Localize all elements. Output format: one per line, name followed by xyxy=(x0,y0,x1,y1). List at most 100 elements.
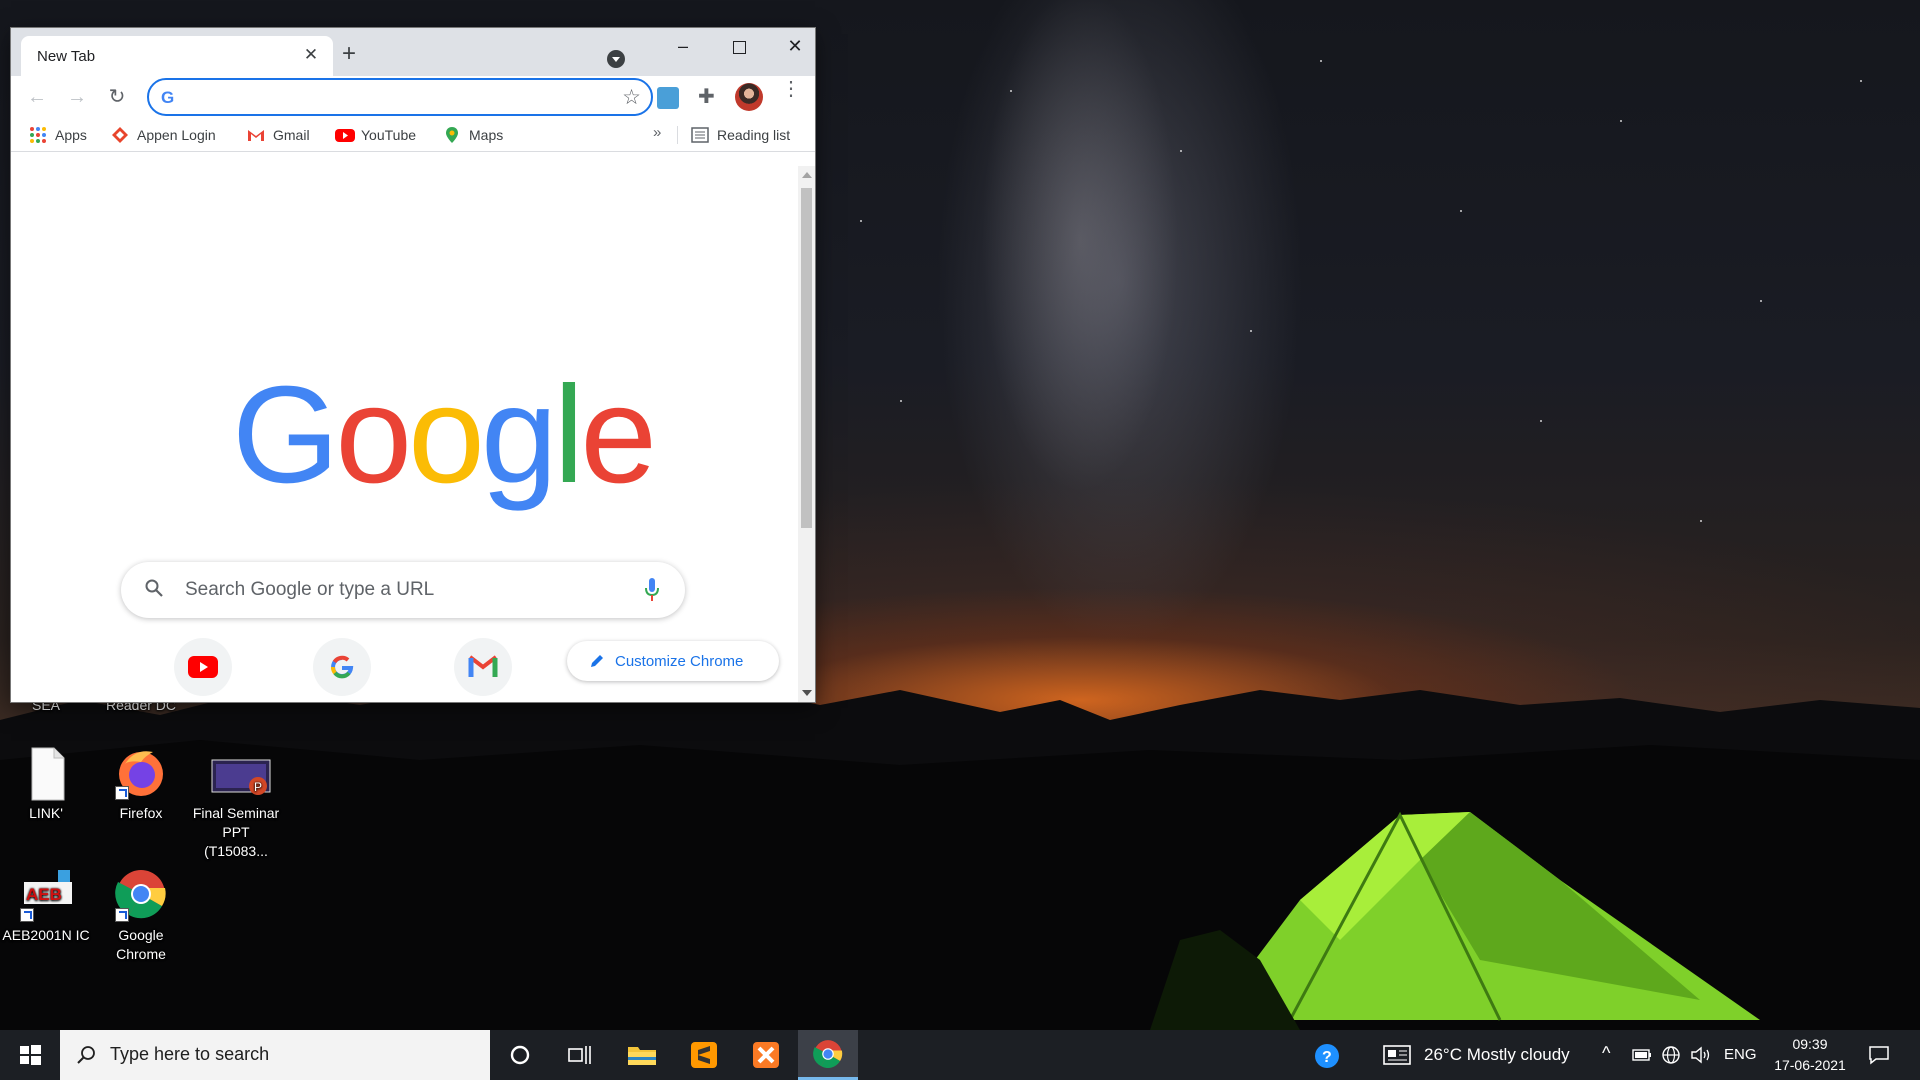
bookmark-appen-login[interactable]: Appen Login xyxy=(111,126,216,144)
news-weather-icon[interactable] xyxy=(1383,1045,1411,1065)
bookmark-youtube[interactable]: YouTube xyxy=(335,126,416,144)
google-g-icon: G xyxy=(161,88,175,107)
bookmark-star-icon[interactable]: ☆ xyxy=(622,85,641,110)
appen-logo-icon xyxy=(111,126,129,144)
reading-list-button[interactable]: Reading list xyxy=(691,126,790,144)
volume-icon[interactable] xyxy=(1690,1045,1712,1065)
scroll-down-icon[interactable] xyxy=(802,690,812,696)
desktop-icon-label: AEB2001N IC xyxy=(2,927,90,943)
chrome-icon xyxy=(115,868,167,922)
desktop-icon-firefox[interactable]: Firefox xyxy=(95,746,187,823)
taskbar-sublime-text[interactable] xyxy=(674,1030,734,1080)
new-tab-page: Google Customize Chrome xyxy=(11,166,798,702)
shortcut-arrow-icon xyxy=(115,786,129,800)
help-icon[interactable]: ? xyxy=(1313,1042,1341,1070)
extension-icon[interactable] xyxy=(657,87,679,109)
tab-new-tab[interactable]: New Tab ✕ xyxy=(21,36,333,76)
gmail-icon xyxy=(247,126,265,144)
star xyxy=(1540,420,1542,422)
taskbar-chrome[interactable] xyxy=(798,1030,858,1080)
taskbar-search-box[interactable]: Type here to search xyxy=(60,1030,490,1080)
search-input[interactable] xyxy=(185,576,605,604)
new-tab-button[interactable]: + xyxy=(335,40,363,68)
bookmark-maps[interactable]: Maps xyxy=(443,126,503,144)
desktop-icon-link-file[interactable]: LINK' xyxy=(0,746,92,823)
xampp-icon xyxy=(753,1042,779,1068)
task-view-button[interactable] xyxy=(550,1030,610,1080)
taskbar: Type here to search ? 26°C Mostly cloudy… xyxy=(0,1030,1920,1080)
apps-grid-icon xyxy=(29,126,47,144)
bookmarks-bar: Apps Appen Login Gmail YouTube Maps » Re… xyxy=(11,118,815,152)
star xyxy=(1180,150,1182,152)
reload-button[interactable]: ↻ xyxy=(103,83,131,111)
scroll-up-icon[interactable] xyxy=(802,172,812,178)
reading-list-icon xyxy=(691,126,709,144)
customize-chrome-button[interactable]: Customize Chrome xyxy=(567,641,779,681)
star xyxy=(1460,210,1462,212)
star xyxy=(900,400,902,402)
firefox-icon xyxy=(115,746,167,800)
google-g-icon xyxy=(331,655,354,679)
task-view-icon xyxy=(568,1046,591,1064)
taskbar-xampp[interactable] xyxy=(736,1030,796,1080)
cortana-button[interactable] xyxy=(490,1030,550,1080)
profile-avatar[interactable] xyxy=(735,83,763,111)
taskbar-file-explorer[interactable] xyxy=(612,1030,672,1080)
bookmarks-overflow-icon[interactable]: » xyxy=(653,124,661,141)
back-button[interactable]: ← xyxy=(23,83,51,111)
aeb-app-icon: AEB xyxy=(20,868,72,922)
bookmark-gmail[interactable]: Gmail xyxy=(247,126,310,144)
language-indicator[interactable]: ENG xyxy=(1724,1046,1757,1063)
shortcut-gmail[interactable] xyxy=(454,638,512,696)
star xyxy=(1620,120,1622,122)
address-bar[interactable]: G ☆ xyxy=(147,78,653,116)
google-logo-letter: o xyxy=(408,358,485,512)
folder-icon xyxy=(628,1047,656,1065)
sublime-text-icon xyxy=(691,1042,717,1068)
network-globe-icon[interactable] xyxy=(1661,1045,1681,1065)
desktop-icon-aeb2001n[interactable]: AEB AEB2001N IC xyxy=(0,868,92,945)
extensions-puzzle-icon[interactable]: ✚ xyxy=(698,84,715,109)
more-menu-icon[interactable]: ⋮ xyxy=(781,79,801,99)
svg-text:?: ? xyxy=(1322,1049,1332,1066)
show-hidden-icons-icon[interactable]: ^ xyxy=(1602,1043,1610,1064)
start-button[interactable] xyxy=(0,1030,60,1080)
weather-text[interactable]: 26°C Mostly cloudy xyxy=(1424,1045,1570,1065)
bookmark-label: Appen Login xyxy=(137,127,216,143)
clock-time: 09:39 xyxy=(1792,1036,1828,1052)
google-logo-letter: e xyxy=(580,358,657,512)
google-logo-letter: l xyxy=(553,358,585,512)
svg-text:P: P xyxy=(254,780,262,794)
microphone-icon[interactable] xyxy=(643,577,661,603)
page-scrollbar[interactable] xyxy=(798,166,815,702)
shortcut-arrow-icon xyxy=(20,908,34,922)
minimize-button[interactable]: – xyxy=(655,28,711,64)
maximize-icon xyxy=(732,40,746,54)
clock-date: 17-06-2021 xyxy=(1774,1057,1846,1073)
notification-icon[interactable] xyxy=(1868,1045,1890,1065)
bookmark-label: Apps xyxy=(55,127,87,143)
desktop-icon-seminar-ppt[interactable]: P Final Seminar PPT (T15083... xyxy=(190,746,282,861)
pencil-icon xyxy=(591,655,603,667)
google-search-box[interactable] xyxy=(121,562,685,618)
star xyxy=(1700,520,1702,522)
close-window-button[interactable]: ✕ xyxy=(767,28,823,64)
clock[interactable]: 09:39 17-06-2021 xyxy=(1768,1034,1852,1076)
address-input[interactable] xyxy=(189,86,609,108)
google-logo: Google xyxy=(232,366,657,504)
search-icon xyxy=(145,579,163,597)
bookmark-label: YouTube xyxy=(361,127,417,143)
shortcut-youtube[interactable] xyxy=(174,638,232,696)
maximize-button[interactable] xyxy=(711,28,767,64)
forward-button[interactable]: → xyxy=(63,83,91,111)
bookmark-apps[interactable]: Apps xyxy=(29,126,87,144)
scroll-thumb[interactable] xyxy=(801,188,812,528)
chrome-window: New Tab ✕ + – ✕ ← → ↻ G ☆ ✚ ⋮ Apps Appen… xyxy=(11,28,815,702)
windows-logo-icon xyxy=(20,1045,41,1065)
star xyxy=(1860,80,1862,82)
tab-search-icon[interactable] xyxy=(607,50,625,68)
shortcut-google[interactable] xyxy=(313,638,371,696)
battery-icon[interactable] xyxy=(1632,1048,1652,1062)
desktop-icon-google-chrome[interactable]: Google Chrome xyxy=(95,868,187,964)
tab-close-icon[interactable]: ✕ xyxy=(301,45,321,65)
